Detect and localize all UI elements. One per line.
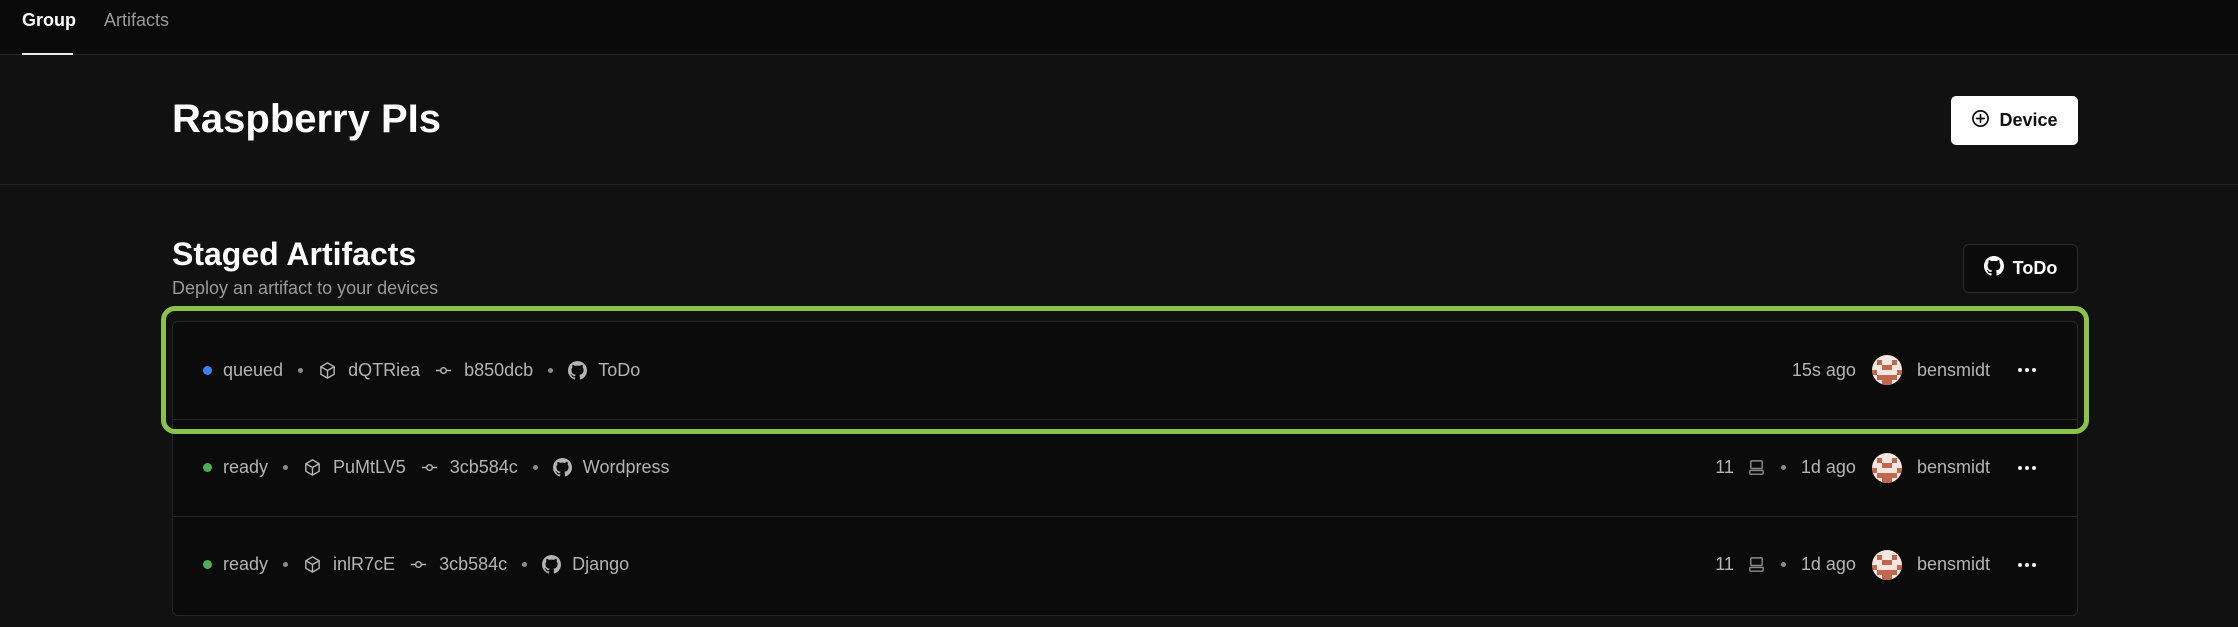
status-text: ready bbox=[223, 554, 269, 574]
more-options-icon[interactable] bbox=[2007, 562, 2047, 568]
avatar bbox=[1871, 452, 1902, 483]
username: bensmidt bbox=[1916, 457, 1990, 477]
artifact-row[interactable]: queued dQTRiea b850dcb ToDo 15s ago bens… bbox=[173, 322, 2077, 418]
status-dot bbox=[203, 365, 212, 375]
add-device-button[interactable]: Device bbox=[1951, 96, 2078, 145]
separator-dot bbox=[298, 367, 304, 373]
time-ago: 1d ago bbox=[1800, 554, 1856, 574]
tab-artifacts[interactable]: Artifacts bbox=[104, 10, 169, 31]
separator-dot bbox=[1780, 562, 1786, 567]
page-title: Raspberry PIs bbox=[172, 97, 442, 141]
status-text: ready bbox=[223, 457, 269, 477]
more-options-icon[interactable] bbox=[2007, 465, 2047, 471]
commit-hash[interactable]: 3cb584c bbox=[450, 457, 518, 478]
repo-name[interactable]: Django bbox=[572, 554, 629, 575]
tab-bar: Group Artifacts bbox=[0, 0, 2238, 55]
username: bensmidt bbox=[1916, 554, 1990, 574]
package-icon bbox=[303, 555, 322, 574]
status-dot bbox=[203, 463, 212, 472]
artifact-row[interactable]: ready PuMtLV5 3cb584c Wordpress 11 1d ag… bbox=[173, 419, 2077, 515]
github-icon bbox=[1983, 256, 2004, 281]
separator-dot bbox=[283, 562, 289, 567]
separator-dot bbox=[548, 367, 554, 373]
avatar bbox=[1871, 549, 1902, 580]
artifact-id: inlR7cE bbox=[333, 554, 396, 574]
repo-todo-button[interactable]: ToDo bbox=[1963, 244, 2078, 293]
status-text: queued bbox=[223, 359, 284, 380]
section-title: Staged Artifacts bbox=[172, 236, 417, 272]
artifact-list: queued dQTRiea b850dcb ToDo 15s ago bens… bbox=[172, 321, 2078, 616]
username: bensmidt bbox=[1916, 359, 1990, 380]
commit-icon bbox=[409, 555, 428, 574]
time-ago: 1d ago bbox=[1800, 457, 1856, 477]
repo-todo-label: ToDo bbox=[2012, 258, 2058, 278]
repo-name[interactable]: ToDo bbox=[598, 360, 640, 381]
separator-dot bbox=[1780, 465, 1786, 470]
more-options-icon[interactable] bbox=[2007, 367, 2047, 373]
device-count: 11 bbox=[1715, 554, 1734, 574]
github-icon bbox=[568, 360, 588, 380]
time-ago: 15s ago bbox=[1791, 359, 1856, 380]
commit-hash[interactable]: b850dcb bbox=[464, 360, 533, 381]
status-dot bbox=[203, 560, 212, 569]
github-icon bbox=[542, 555, 562, 574]
commit-icon bbox=[434, 361, 453, 380]
separator-dot bbox=[532, 465, 538, 470]
artifact-id: PuMtLV5 bbox=[333, 457, 406, 477]
tab-group[interactable]: Group bbox=[22, 10, 76, 31]
separator-dot bbox=[522, 562, 528, 567]
package-icon bbox=[303, 458, 322, 477]
separator-dot bbox=[283, 465, 289, 470]
artifact-id: dQTRiea bbox=[348, 359, 421, 380]
device-icon bbox=[1747, 458, 1766, 477]
package-icon bbox=[318, 361, 337, 380]
plus-circle-icon bbox=[1971, 109, 1990, 133]
add-device-label: Device bbox=[1999, 110, 2058, 130]
page-header: Raspberry PIs Device bbox=[0, 55, 2238, 185]
artifact-row[interactable]: ready inlR7cE 3cb584c Django 11 1d ago b… bbox=[173, 516, 2077, 612]
device-icon bbox=[1747, 555, 1766, 574]
commit-hash[interactable]: 3cb584c bbox=[439, 554, 507, 575]
repo-name[interactable]: Wordpress bbox=[583, 457, 670, 478]
avatar bbox=[1871, 355, 1902, 385]
section-subtitle: Deploy an artifact to your devices bbox=[172, 278, 439, 298]
github-icon bbox=[552, 458, 572, 477]
commit-icon bbox=[420, 458, 439, 477]
device-count: 11 bbox=[1715, 457, 1734, 477]
